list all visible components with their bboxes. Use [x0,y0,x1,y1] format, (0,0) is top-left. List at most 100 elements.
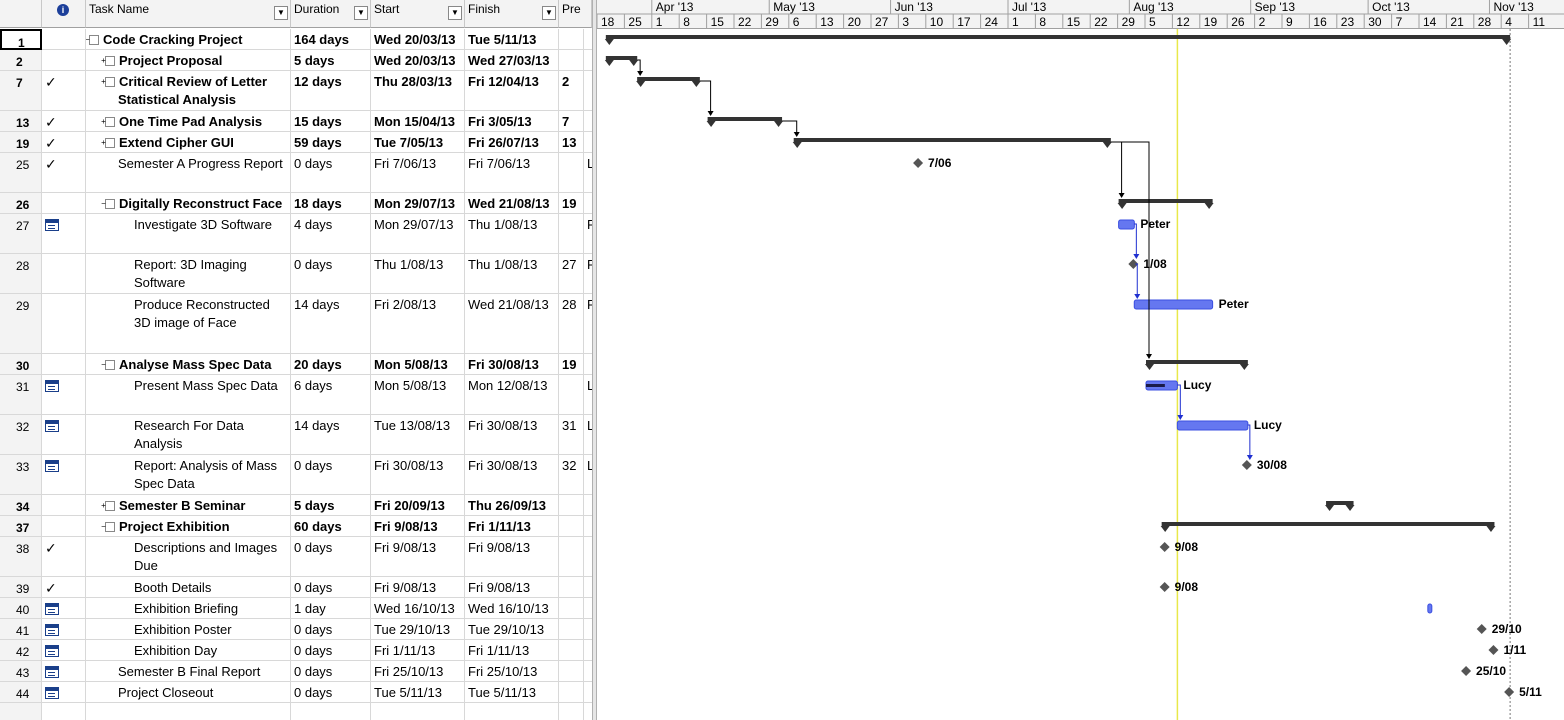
task-finish-cell[interactable]: Tue 5/11/13 [465,682,559,703]
task-res-cell[interactable] [584,495,592,516]
task-finish-cell[interactable]: Wed 21/08/13 [465,294,559,354]
task-name-cell[interactable]: Research For Data Analysis [86,415,291,455]
task-duration-cell[interactable]: 20 days [291,354,371,375]
task-finish-cell[interactable]: Wed 27/03/13 [465,50,559,71]
task-pred-cell[interactable]: 27 [559,254,584,294]
collapse-icon[interactable]: − [101,360,115,370]
summary-bar[interactable] [637,77,700,81]
task-row[interactable]: 28 Report: 3D Imaging Software 0 days Thu 1… [0,254,592,294]
task-res-cell[interactable] [584,640,592,661]
task-pred-cell[interactable] [559,495,584,516]
task-pred-cell[interactable] [559,640,584,661]
task-row[interactable]: 2 + Project Proposal 5 days Wed 20/03/13 Wed … [0,50,592,71]
task-duration-cell[interactable]: 14 days [291,294,371,354]
duration-header[interactable]: Duration ▼ [291,0,371,28]
task-name-cell[interactable]: Semester B Final Report [86,661,291,682]
task-finish-cell[interactable]: Tue 5/11/13 [465,29,559,50]
task-name-cell[interactable]: Exhibition Briefing [86,598,291,619]
task-name-cell[interactable]: − Digitally Reconstruct Face [86,193,291,214]
task-finish-cell[interactable]: Fri 30/08/13 [465,354,559,375]
row-id-cell[interactable]: 40 [0,598,42,619]
task-finish-cell[interactable]: Fri 1/11/13 [465,640,559,661]
task-duration-cell[interactable]: 0 days [291,455,371,495]
row-id-cell[interactable]: 39 [0,577,42,598]
task-start-cell[interactable]: Tue 5/11/13 [371,682,465,703]
expand-icon[interactable]: + [101,138,115,148]
task-start-cell[interactable]: Fri 25/10/13 [371,661,465,682]
summary-bar[interactable] [793,138,1111,142]
task-duration-cell[interactable]: 164 days [291,29,371,50]
task-row[interactable]: 37− Project Exhibition 60 days Fri 9/08/13 F… [0,516,592,537]
task-res-cell[interactable] [584,354,592,375]
task-duration-cell[interactable]: 5 days [291,50,371,71]
task-name-cell[interactable]: Report: 3D Imaging Software [86,254,291,294]
indicators-header[interactable]: i [42,0,86,28]
task-duration-cell[interactable]: 0 days [291,682,371,703]
task-res-cell[interactable]: L [584,415,592,455]
task-finish-cell[interactable]: Fri 12/04/13 [465,71,559,111]
task-finish-cell[interactable]: Thu 1/08/13 [465,254,559,294]
task-finish-cell[interactable]: Fri 30/08/13 [465,455,559,495]
collapse-icon[interactable]: − [101,199,115,209]
finish-header[interactable]: Finish ▼ [465,0,559,28]
row-id-cell[interactable]: 1 [0,29,42,50]
task-row[interactable]: 30− Analyse Mass Spec Data 20 days Mon 5/08… [0,354,592,375]
task-pred-cell[interactable] [559,619,584,640]
task-pred-cell[interactable]: 2 [559,71,584,111]
expand-icon[interactable]: + [101,117,115,127]
milestone-diamond[interactable] [1476,624,1487,634]
task-pred-cell[interactable]: 31 [559,415,584,455]
task-start-cell[interactable]: Thu 1/08/13 [371,254,465,294]
task-start-cell[interactable]: Wed 20/03/13 [371,29,465,50]
row-id-cell[interactable]: 29 [0,294,42,354]
task-start-cell[interactable]: Tue 29/10/13 [371,619,465,640]
row-id-cell[interactable]: 41 [0,619,42,640]
row-id-cell[interactable]: 19 [0,132,42,153]
task-pred-cell[interactable] [559,598,584,619]
task-start-cell[interactable]: Wed 20/03/13 [371,50,465,71]
task-finish-cell[interactable]: Fri 9/08/13 [465,537,559,577]
task-duration-cell[interactable]: 0 days [291,640,371,661]
task-name-cell[interactable]: −Code Cracking Project [86,29,291,50]
row-id-cell[interactable]: 37 [0,516,42,537]
task-duration-cell[interactable]: 18 days [291,193,371,214]
task-pred-cell[interactable]: 19 [559,193,584,214]
task-start-cell[interactable]: Wed 16/10/13 [371,598,465,619]
task-res-cell[interactable]: L [584,375,592,415]
task-finish-cell[interactable]: Wed 21/08/13 [465,193,559,214]
task-res-cell[interactable] [584,661,592,682]
milestone-diamond[interactable] [1488,645,1499,655]
row-id-cell[interactable]: 44 [0,682,42,703]
task-res-cell[interactable] [584,193,592,214]
task-pred-cell[interactable] [559,577,584,598]
task-res-cell[interactable] [584,598,592,619]
task-res-cell[interactable]: F [584,254,592,294]
milestone-diamond[interactable] [1159,542,1170,552]
task-pred-cell[interactable]: 19 [559,354,584,375]
task-pred-cell[interactable]: 7 [559,111,584,132]
task-name-cell[interactable]: + One Time Pad Analysis [86,111,291,132]
task-start-cell[interactable]: Fri 9/08/13 [371,537,465,577]
row-id-cell[interactable]: 28 [0,254,42,294]
summary-bar[interactable] [605,35,1511,39]
expand-icon[interactable]: + [101,56,115,66]
row-id-cell[interactable]: 34 [0,495,42,516]
task-row[interactable]: 1 −Code Cracking Project164 daysWed 20/03… [0,29,592,50]
milestone-diamond[interactable] [913,158,924,168]
task-row[interactable]: 32 Research For Data Analysis 14 days Tue 1… [0,415,592,455]
task-res-cell[interactable] [584,682,592,703]
task-row[interactable]: 29 Produce Reconstructed 3D image of Face… [0,294,592,354]
milestone-diamond[interactable] [1504,687,1515,697]
task-row[interactable]: 34 + Semester B Seminar 5 days Fri 20/09/13 T… [0,495,592,516]
task-res-cell[interactable]: L [584,153,592,193]
task-res-cell[interactable] [584,537,592,577]
task-finish-cell[interactable]: Fri 26/07/13 [465,132,559,153]
milestone-diamond[interactable] [1461,666,1472,676]
task-pred-cell[interactable]: 28 [559,294,584,354]
task-finish-cell[interactable]: Fri 9/08/13 [465,577,559,598]
task-start-cell[interactable]: Fri 30/08/13 [371,455,465,495]
row-id-cell[interactable]: 33 [0,455,42,495]
task-pred-cell[interactable] [559,537,584,577]
task-name-cell[interactable]: Present Mass Spec Data [86,375,291,415]
task-res-cell[interactable] [584,50,592,71]
